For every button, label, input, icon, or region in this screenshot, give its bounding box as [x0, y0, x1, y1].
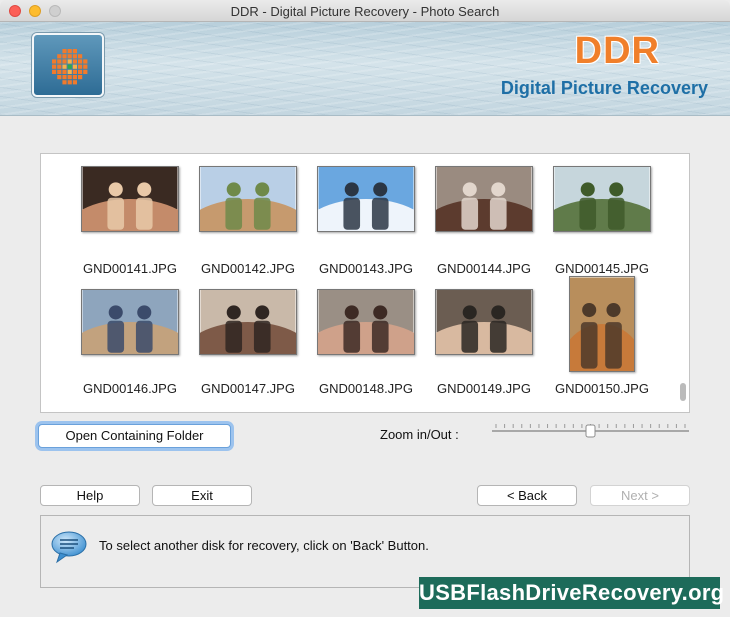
photo-filename: GND00147.JPG	[201, 381, 295, 396]
photo-thumbnail[interactable]	[435, 166, 533, 232]
photo-filename: GND00141.JPG	[83, 261, 177, 276]
status-message: To select another disk for recovery, cli…	[99, 538, 429, 553]
photo-filename: GND00145.JPG	[555, 261, 649, 276]
photo-thumbnail[interactable]	[199, 289, 297, 355]
photo-filename: GND00150.JPG	[555, 381, 649, 396]
photo-item[interactable]: GND00150.JPG	[543, 276, 661, 406]
photo-item[interactable]: GND00143.JPG	[307, 166, 425, 286]
photo-item[interactable]: GND00141.JPG	[71, 166, 189, 286]
zoom-slider-knob[interactable]	[585, 424, 596, 438]
brand-tagline: Digital Picture Recovery	[500, 78, 708, 98]
photo-item[interactable]: GND00148.JPG	[307, 286, 425, 406]
photo-item[interactable]: GND00145.JPG	[543, 166, 661, 286]
brand-name: DDR	[574, 30, 660, 72]
app-window: DDR - Digital Picture Recovery - Photo S…	[0, 0, 730, 617]
speech-bubble-icon	[51, 531, 87, 564]
photo-item[interactable]: GND00142.JPG	[189, 166, 307, 286]
photo-filename: GND00146.JPG	[83, 381, 177, 396]
photo-grid-scrollbar[interactable]	[676, 154, 689, 412]
photo-item[interactable]: GND00146.JPG	[71, 286, 189, 406]
header-banner: DDR Digital Picture Recovery	[0, 22, 730, 116]
title-bar: DDR - Digital Picture Recovery - Photo S…	[0, 0, 730, 22]
exit-button[interactable]: Exit	[152, 485, 252, 506]
zoom-label: Zoom in/Out :	[380, 427, 459, 442]
photo-filename: GND00142.JPG	[201, 261, 295, 276]
photo-thumbnail[interactable]	[435, 289, 533, 355]
photo-item[interactable]: GND00144.JPG	[425, 166, 543, 286]
help-button[interactable]: Help	[40, 485, 140, 506]
open-containing-folder-button[interactable]: Open Containing Folder	[38, 424, 231, 448]
photo-thumbnail[interactable]	[317, 289, 415, 355]
photo-thumbnail[interactable]	[81, 166, 179, 232]
photo-filename: GND00143.JPG	[319, 261, 413, 276]
photo-item[interactable]: GND00147.JPG	[189, 286, 307, 406]
photo-thumbnail[interactable]	[553, 166, 651, 232]
scrollbar-thumb[interactable]	[680, 383, 686, 401]
photo-thumbnail[interactable]	[199, 166, 297, 232]
app-logo	[32, 33, 104, 97]
photo-item[interactable]: GND00149.JPG	[425, 286, 543, 406]
photo-filename: GND00148.JPG	[319, 381, 413, 396]
back-button[interactable]: < Back	[477, 485, 577, 506]
next-button[interactable]: Next >	[590, 485, 690, 506]
photo-thumbnail[interactable]	[569, 276, 635, 372]
photo-grid-panel: GND00141.JPG GND00142.JPG GND00143.JPG GND0…	[40, 153, 690, 413]
grid-mosaic-icon	[52, 49, 88, 85]
photo-thumbnail[interactable]	[317, 166, 415, 232]
photo-thumbnail[interactable]	[81, 289, 179, 355]
watermark-banner: USBFlashDriveRecovery.org	[419, 577, 724, 609]
zoom-slider[interactable]	[492, 422, 689, 440]
photo-filename: GND00144.JPG	[437, 261, 531, 276]
window-title: DDR - Digital Picture Recovery - Photo S…	[230, 4, 500, 19]
photo-filename: GND00149.JPG	[437, 381, 531, 396]
